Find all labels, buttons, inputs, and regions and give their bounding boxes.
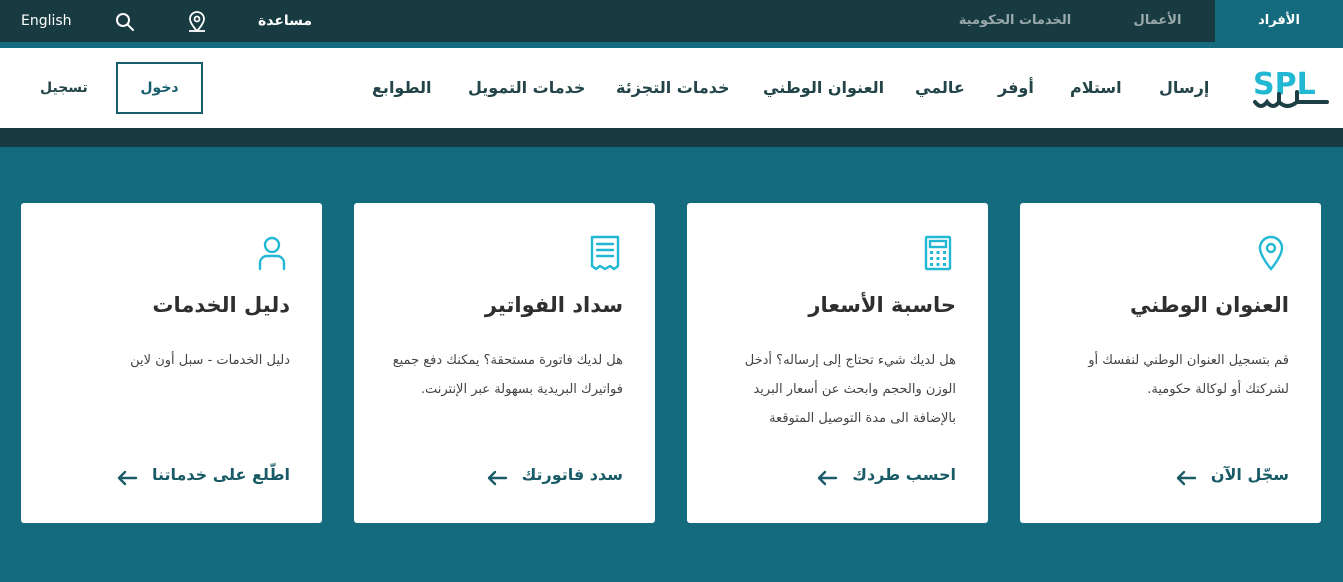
- user-icon: [252, 233, 292, 273]
- card-link-label: اطّلع على خدماتنا: [151, 465, 290, 484]
- location-pin-icon: [1251, 233, 1291, 273]
- nav-retail-services[interactable]: خدمات التجزئة: [616, 48, 730, 128]
- register-link[interactable]: تسجيل: [40, 48, 88, 128]
- card-description: دليل الخدمات - سبل أون لاين: [130, 353, 290, 368]
- view-services-link[interactable]: اطّلع على خدماتنا: [116, 461, 290, 489]
- card-link-label: سجّل الآن: [1210, 465, 1289, 484]
- spl-logo[interactable]: SPL: [1251, 64, 1331, 112]
- card-description: قم بتسجيل العنوان الوطني لنفسك أو لشركتك…: [1088, 353, 1289, 397]
- tab-government-services[interactable]: الخدمات الحكومية: [930, 0, 1100, 42]
- register-now-link[interactable]: سجّل الآن: [1175, 461, 1289, 489]
- arrow-left-icon: [816, 467, 838, 486]
- arrow-left-icon: [1175, 467, 1197, 486]
- card-link-label: احسب طردك: [852, 465, 956, 484]
- card-bill-payment: سداد الفواتير هل لديك فاتورة مستحقة؟ يمك…: [354, 203, 655, 523]
- language-toggle[interactable]: English: [21, 0, 72, 42]
- tab-individuals[interactable]: الأفراد: [1215, 0, 1343, 42]
- help-link[interactable]: مساعدة: [258, 0, 312, 42]
- search-icon[interactable]: [113, 10, 137, 34]
- tab-business[interactable]: الأعمال: [1100, 0, 1215, 42]
- card-title: العنوان الوطني: [1130, 293, 1289, 317]
- card-description: هل لديك شيء تحتاج إلى إرساله؟ أدخل الوزن…: [744, 353, 956, 426]
- calculator-icon: [918, 233, 958, 273]
- login-button[interactable]: دخول: [116, 62, 203, 114]
- card-services-guide: دليل الخدمات دليل الخدمات - سبل أون لاين…: [21, 203, 322, 523]
- card-national-address: العنوان الوطني قم بتسجيل العنوان الوطني …: [1020, 203, 1321, 523]
- card-title: سداد الفواتير: [484, 293, 623, 317]
- main-header: SPL إرسال استلام أوفر عالمي العنوان الوط…: [0, 48, 1343, 128]
- card-title: حاسبة الأسعار: [808, 293, 956, 317]
- svg-text:SPL: SPL: [1253, 67, 1316, 102]
- card-title: دليل الخدمات: [152, 293, 290, 317]
- card-description: هل لديك فاتورة مستحقة؟ يمكنك دفع جميع فو…: [392, 353, 623, 397]
- nav-awfar[interactable]: أوفر: [998, 48, 1034, 128]
- arrow-left-icon: [486, 467, 508, 486]
- pay-bill-link[interactable]: سدد فاتورتك: [486, 461, 623, 489]
- nav-national-address[interactable]: العنوان الوطني: [763, 48, 884, 128]
- location-pin-icon[interactable]: [185, 10, 209, 34]
- nav-receive[interactable]: استلام: [1070, 48, 1122, 128]
- nav-international[interactable]: عالمي: [915, 48, 965, 128]
- arrow-left-icon: [116, 467, 138, 486]
- receipt-icon: [585, 233, 625, 273]
- card-price-calculator: حاسبة الأسعار هل لديك شيء تحتاج إلى إرسا…: [687, 203, 988, 523]
- top-bar: الأفراد الأعمال الخدمات الحكومية مساعدة …: [0, 0, 1343, 42]
- nav-finance-services[interactable]: خدمات التمويل: [468, 48, 585, 128]
- nav-stamps[interactable]: الطوابع: [372, 48, 432, 128]
- header-shadow-band: [0, 128, 1343, 147]
- calculate-parcel-link[interactable]: احسب طردك: [816, 461, 956, 489]
- nav-send[interactable]: إرسال: [1159, 48, 1209, 128]
- card-link-label: سدد فاتورتك: [521, 465, 623, 484]
